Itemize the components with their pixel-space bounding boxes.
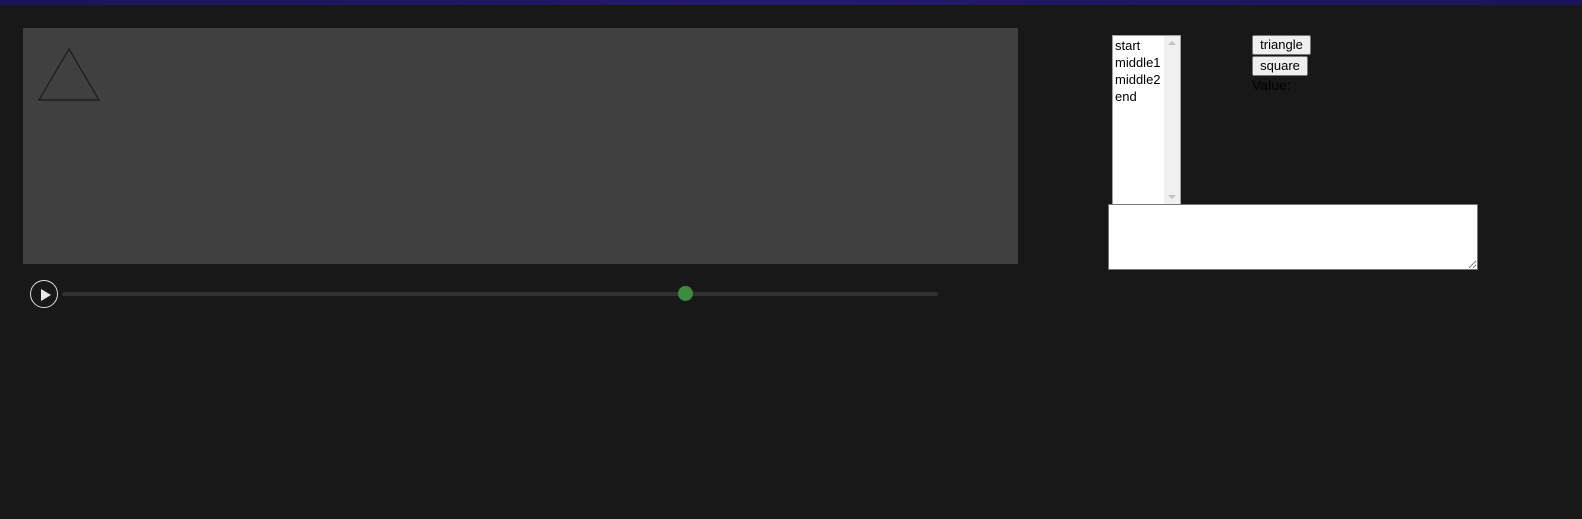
listbox-scrollbar[interactable] <box>1164 36 1180 204</box>
scroll-up-arrow-icon[interactable] <box>1168 41 1176 45</box>
keyframe-items: start middle1 middle2 end <box>1115 37 1165 105</box>
timeline-thumb[interactable] <box>677 286 693 301</box>
play-button[interactable] <box>30 280 58 308</box>
value-textarea[interactable] <box>1108 204 1478 270</box>
timeline-track[interactable] <box>62 286 938 301</box>
keyframe-item-start[interactable]: start <box>1115 37 1165 54</box>
keyframe-item-middle1[interactable]: middle1 <box>1115 54 1165 71</box>
top-strip <box>0 0 1582 5</box>
stage-canvas <box>37 47 101 101</box>
animation-stage <box>23 28 1018 264</box>
scroll-down-arrow-icon[interactable] <box>1168 195 1176 199</box>
triangle-shape <box>37 47 101 101</box>
keyframe-item-middle2[interactable]: middle2 <box>1115 71 1165 88</box>
keyframe-item-end[interactable]: end <box>1115 88 1165 105</box>
triangle-button[interactable]: triangle <box>1252 35 1311 55</box>
timeline-player <box>30 280 940 310</box>
keyframe-listbox[interactable]: start middle1 middle2 end <box>1112 35 1181 205</box>
value-label: Value: <box>1252 77 1291 93</box>
square-button[interactable]: square <box>1252 56 1308 76</box>
play-icon <box>41 289 51 301</box>
